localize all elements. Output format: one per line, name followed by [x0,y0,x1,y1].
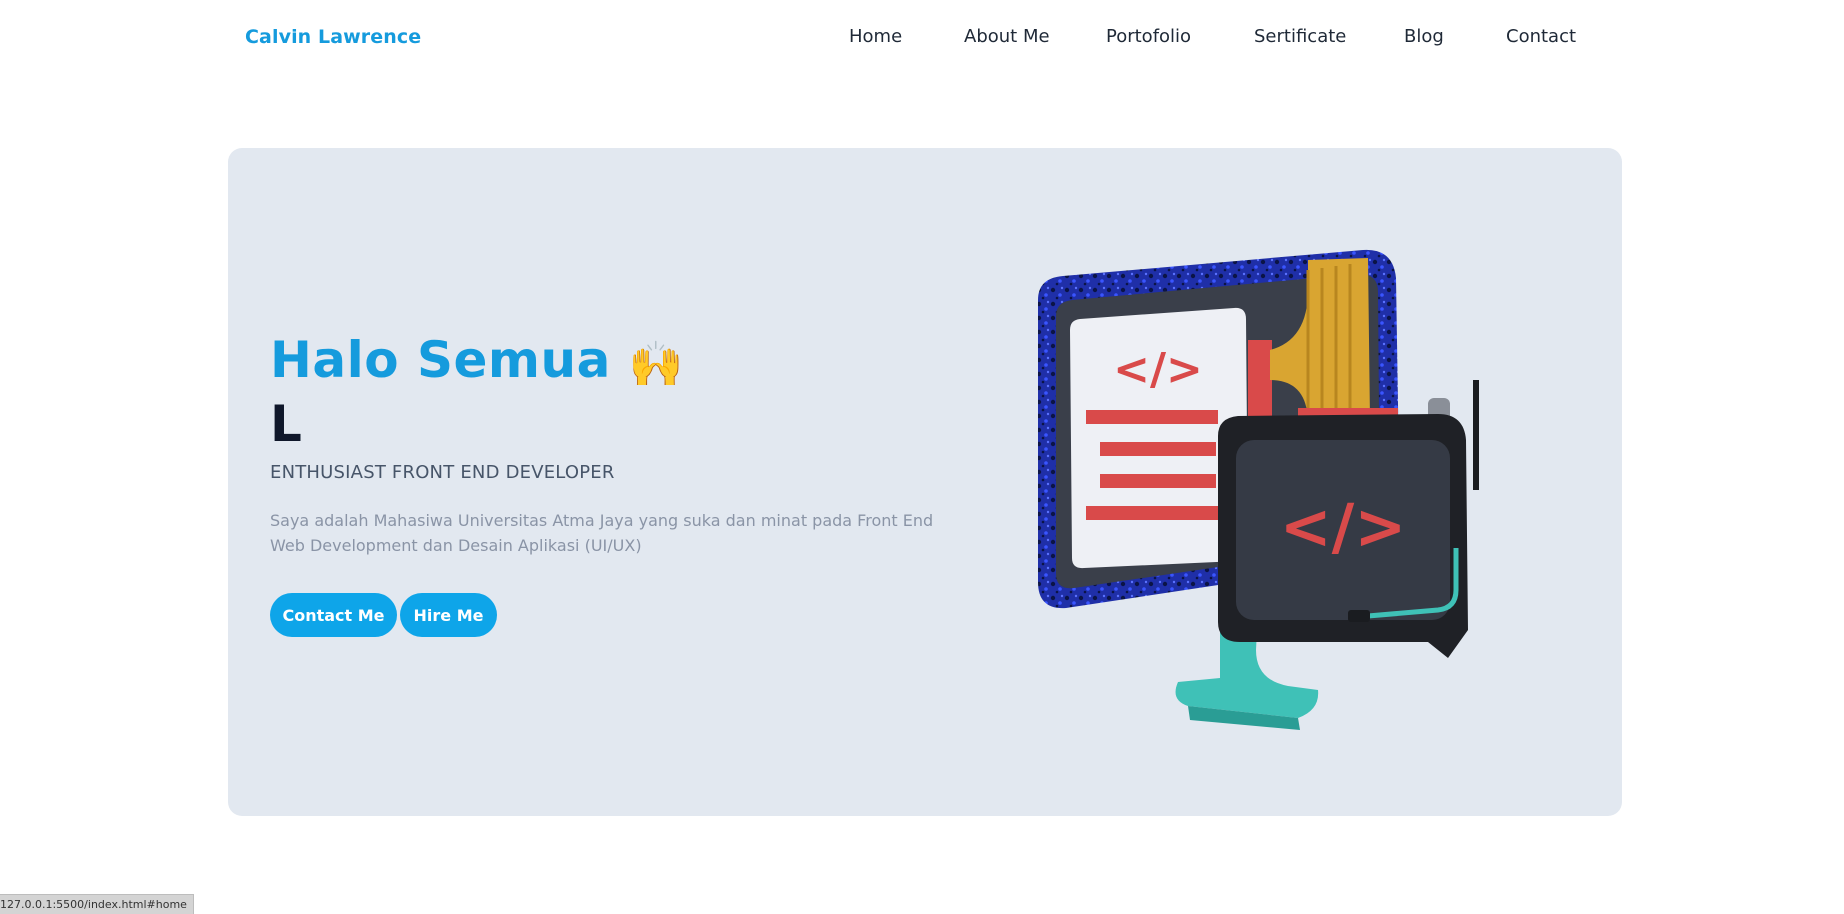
nav-about-me[interactable]: About Me [964,26,1050,47]
hero-greeting: Halo Semua 🙌 [270,331,684,390]
hero-section: Halo Semua 🙌 L ENTHUSIAST FRONT END DEVEL… [228,148,1622,816]
raising-hands-icon: 🙌 [628,338,685,390]
tablet-code-icon: </> [1218,380,1479,658]
browser-status-url: 127.0.0.1:5500/index.html#home [0,894,194,914]
hire-me-button[interactable]: Hire Me [400,593,497,637]
hero-description: Saya adalah Mahasiwa Universitas Atma Ja… [270,511,934,555]
nav-sertificate[interactable]: Sertificate [1254,26,1346,47]
nav-home[interactable]: Home [849,26,902,47]
contact-me-button[interactable]: Contact Me [270,593,397,637]
nav-contact[interactable]: Contact [1506,26,1576,47]
role-subtitle: ENTHUSIAST FRONT END DEVELOPER [270,462,615,483]
svg-text:</>: </> [1113,344,1203,395]
typed-text: L [270,395,302,453]
main-nav: Home About Me Portofolio Sertificate Blo… [0,26,1844,56]
greeting-text: Halo Semua [270,331,611,389]
top-navbar: Calvin Lawrence Home About Me Portofolio… [0,0,1844,80]
monitor-code-illustration: </> </> [1038,249,1479,730]
nav-blog[interactable]: Blog [1404,26,1444,47]
nav-portofolio[interactable]: Portofolio [1106,26,1191,47]
svg-text:</>: </> [1280,490,1407,563]
